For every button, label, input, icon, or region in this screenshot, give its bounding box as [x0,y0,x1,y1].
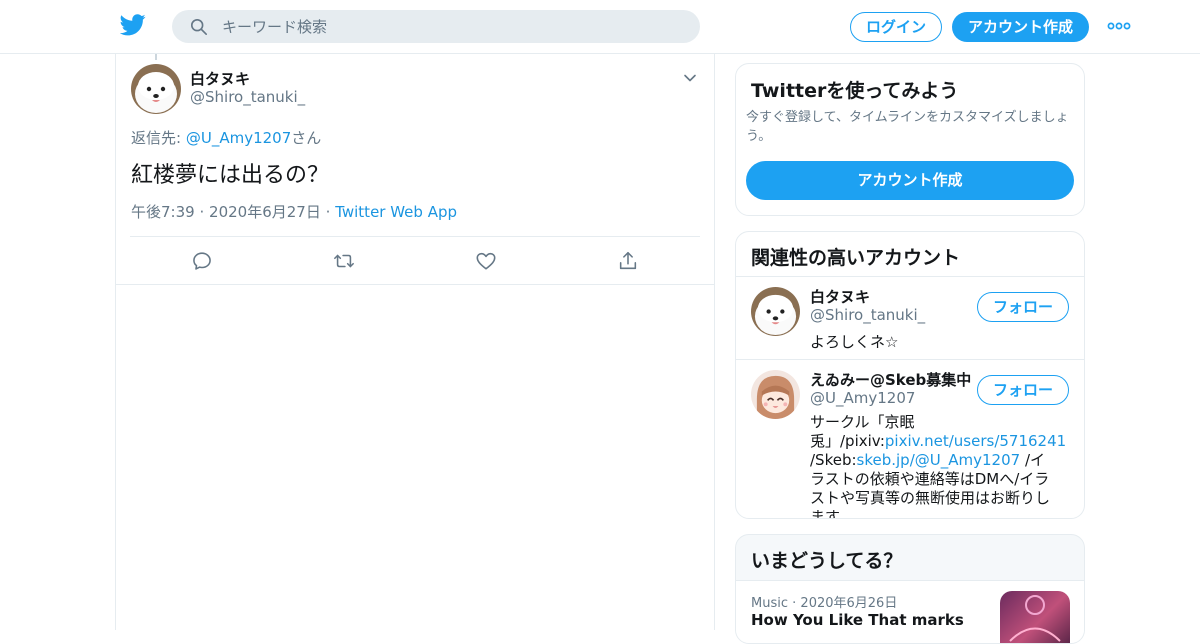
share-icon[interactable] [617,250,639,272]
related-accounts-title: 関連性の高いアカウント [751,247,961,269]
main-timeline-column: 白タヌキ @Shiro_tanuki_ 返信先: @U_Amy1207さん 紅楼… [115,54,715,630]
follow-button[interactable]: フォロー [977,375,1069,405]
tweet-text: 紅楼夢には出るの？ [131,163,330,188]
pixiv-link[interactable]: pixiv.net/users/5716241 [885,432,1066,450]
related-accounts-card: 関連性の高いアカウント 白タヌキ @Shiro_tanuki_ フォロー よろし… [735,231,1085,519]
avatar[interactable] [751,287,800,336]
tweet-author-avatar[interactable] [131,64,181,114]
reply-to-mention-link[interactable]: @U_Amy1207 [186,129,291,147]
trend-headline[interactable]: How You Like That marks [751,611,964,629]
tweet-source-link[interactable]: Twitter Web App [335,203,457,221]
trend-thumbnail-image[interactable] [1000,591,1070,643]
tweet-metadata: 午後7:39 · 2020年6月27日 · Twitter Web App [131,201,457,222]
search-input[interactable] [222,10,682,43]
signup-card-description: 今すぐ登録して、タイムラインをカスタマイズしましょう。 [746,110,1069,144]
reply-icon[interactable] [191,250,213,272]
signup-button[interactable]: アカウント作成 [952,12,1089,42]
account-handle[interactable]: @Shiro_tanuki_ [810,306,925,324]
follow-button[interactable]: フォロー [977,292,1069,322]
avatar[interactable] [751,370,800,419]
bio-text: /Skeb: [810,451,857,469]
related-account-item[interactable]: えゐみー@Skeb募集中 @U_Amy1207 フォロー サークル「京眠兎」/p… [736,361,1084,518]
trends-title: いまどうしてる？ [751,550,903,572]
reply-to-line: 返信先: @U_Amy1207さん [131,127,321,148]
retweet-icon[interactable] [333,250,355,272]
signup-prompt-card: Twitterを使ってみよう 今すぐ登録して、タイムラインをカスタマイズしましょ… [735,63,1085,216]
trend-category: Music [751,596,788,611]
account-handle[interactable]: @U_Amy1207 [810,389,915,407]
skeb-link[interactable]: skeb.jp/@U_Amy1207 [857,451,1021,469]
trend-meta: Music · 2020年6月26日 [751,592,897,611]
trend-item[interactable]: Music · 2020年6月26日 How You Like That mar… [736,581,1084,643]
account-name[interactable]: 白タヌキ [810,286,870,307]
like-icon[interactable] [475,250,497,272]
related-accounts-header: 関連性の高いアカウント [736,232,1084,277]
related-account-item[interactable]: 白タヌキ @Shiro_tanuki_ フォロー よろしくネ☆ [736,278,1084,360]
reply-suffix: さん [291,129,322,147]
top-navigation-bar: ログイン アカウント作成 [0,0,1200,54]
more-dots-icon[interactable] [1106,16,1132,36]
meta-separator: · [792,596,797,611]
tweet-author-name[interactable]: 白タヌキ [190,68,250,89]
login-button[interactable]: ログイン [850,12,942,42]
meta-separator: · [199,203,205,221]
chevron-down-icon[interactable] [682,70,698,86]
trend-date: 2020年6月26日 [800,596,898,611]
tweet-action-bar [116,237,714,285]
tweet-date[interactable]: 2020年6月27日 [209,203,321,221]
reply-prefix: 返信先: [131,129,182,147]
trends-card: いまどうしてる？ Music · 2020年6月26日 How You Like… [735,534,1085,644]
account-name[interactable]: えゐみー@Skeb募集中 [810,369,971,390]
account-bio: サークル「京眠兎」/pixiv:pixiv.net/users/5716241 … [810,413,1066,518]
search-icon [190,18,208,36]
thread-connector-line [155,54,157,60]
tweet-time[interactable]: 午後7:39 [131,203,195,221]
search-bar [172,10,700,43]
signup-card-title: Twitterを使ってみよう [751,80,959,102]
signup-card-button[interactable]: アカウント作成 [746,161,1074,200]
account-bio: よろしくネ☆ [810,333,899,351]
trends-header: いまどうしてる？ [736,535,1084,581]
tweet-author-handle[interactable]: @Shiro_tanuki_ [190,88,305,106]
twitter-bird-icon[interactable] [120,14,146,36]
meta-separator: · [325,203,331,221]
